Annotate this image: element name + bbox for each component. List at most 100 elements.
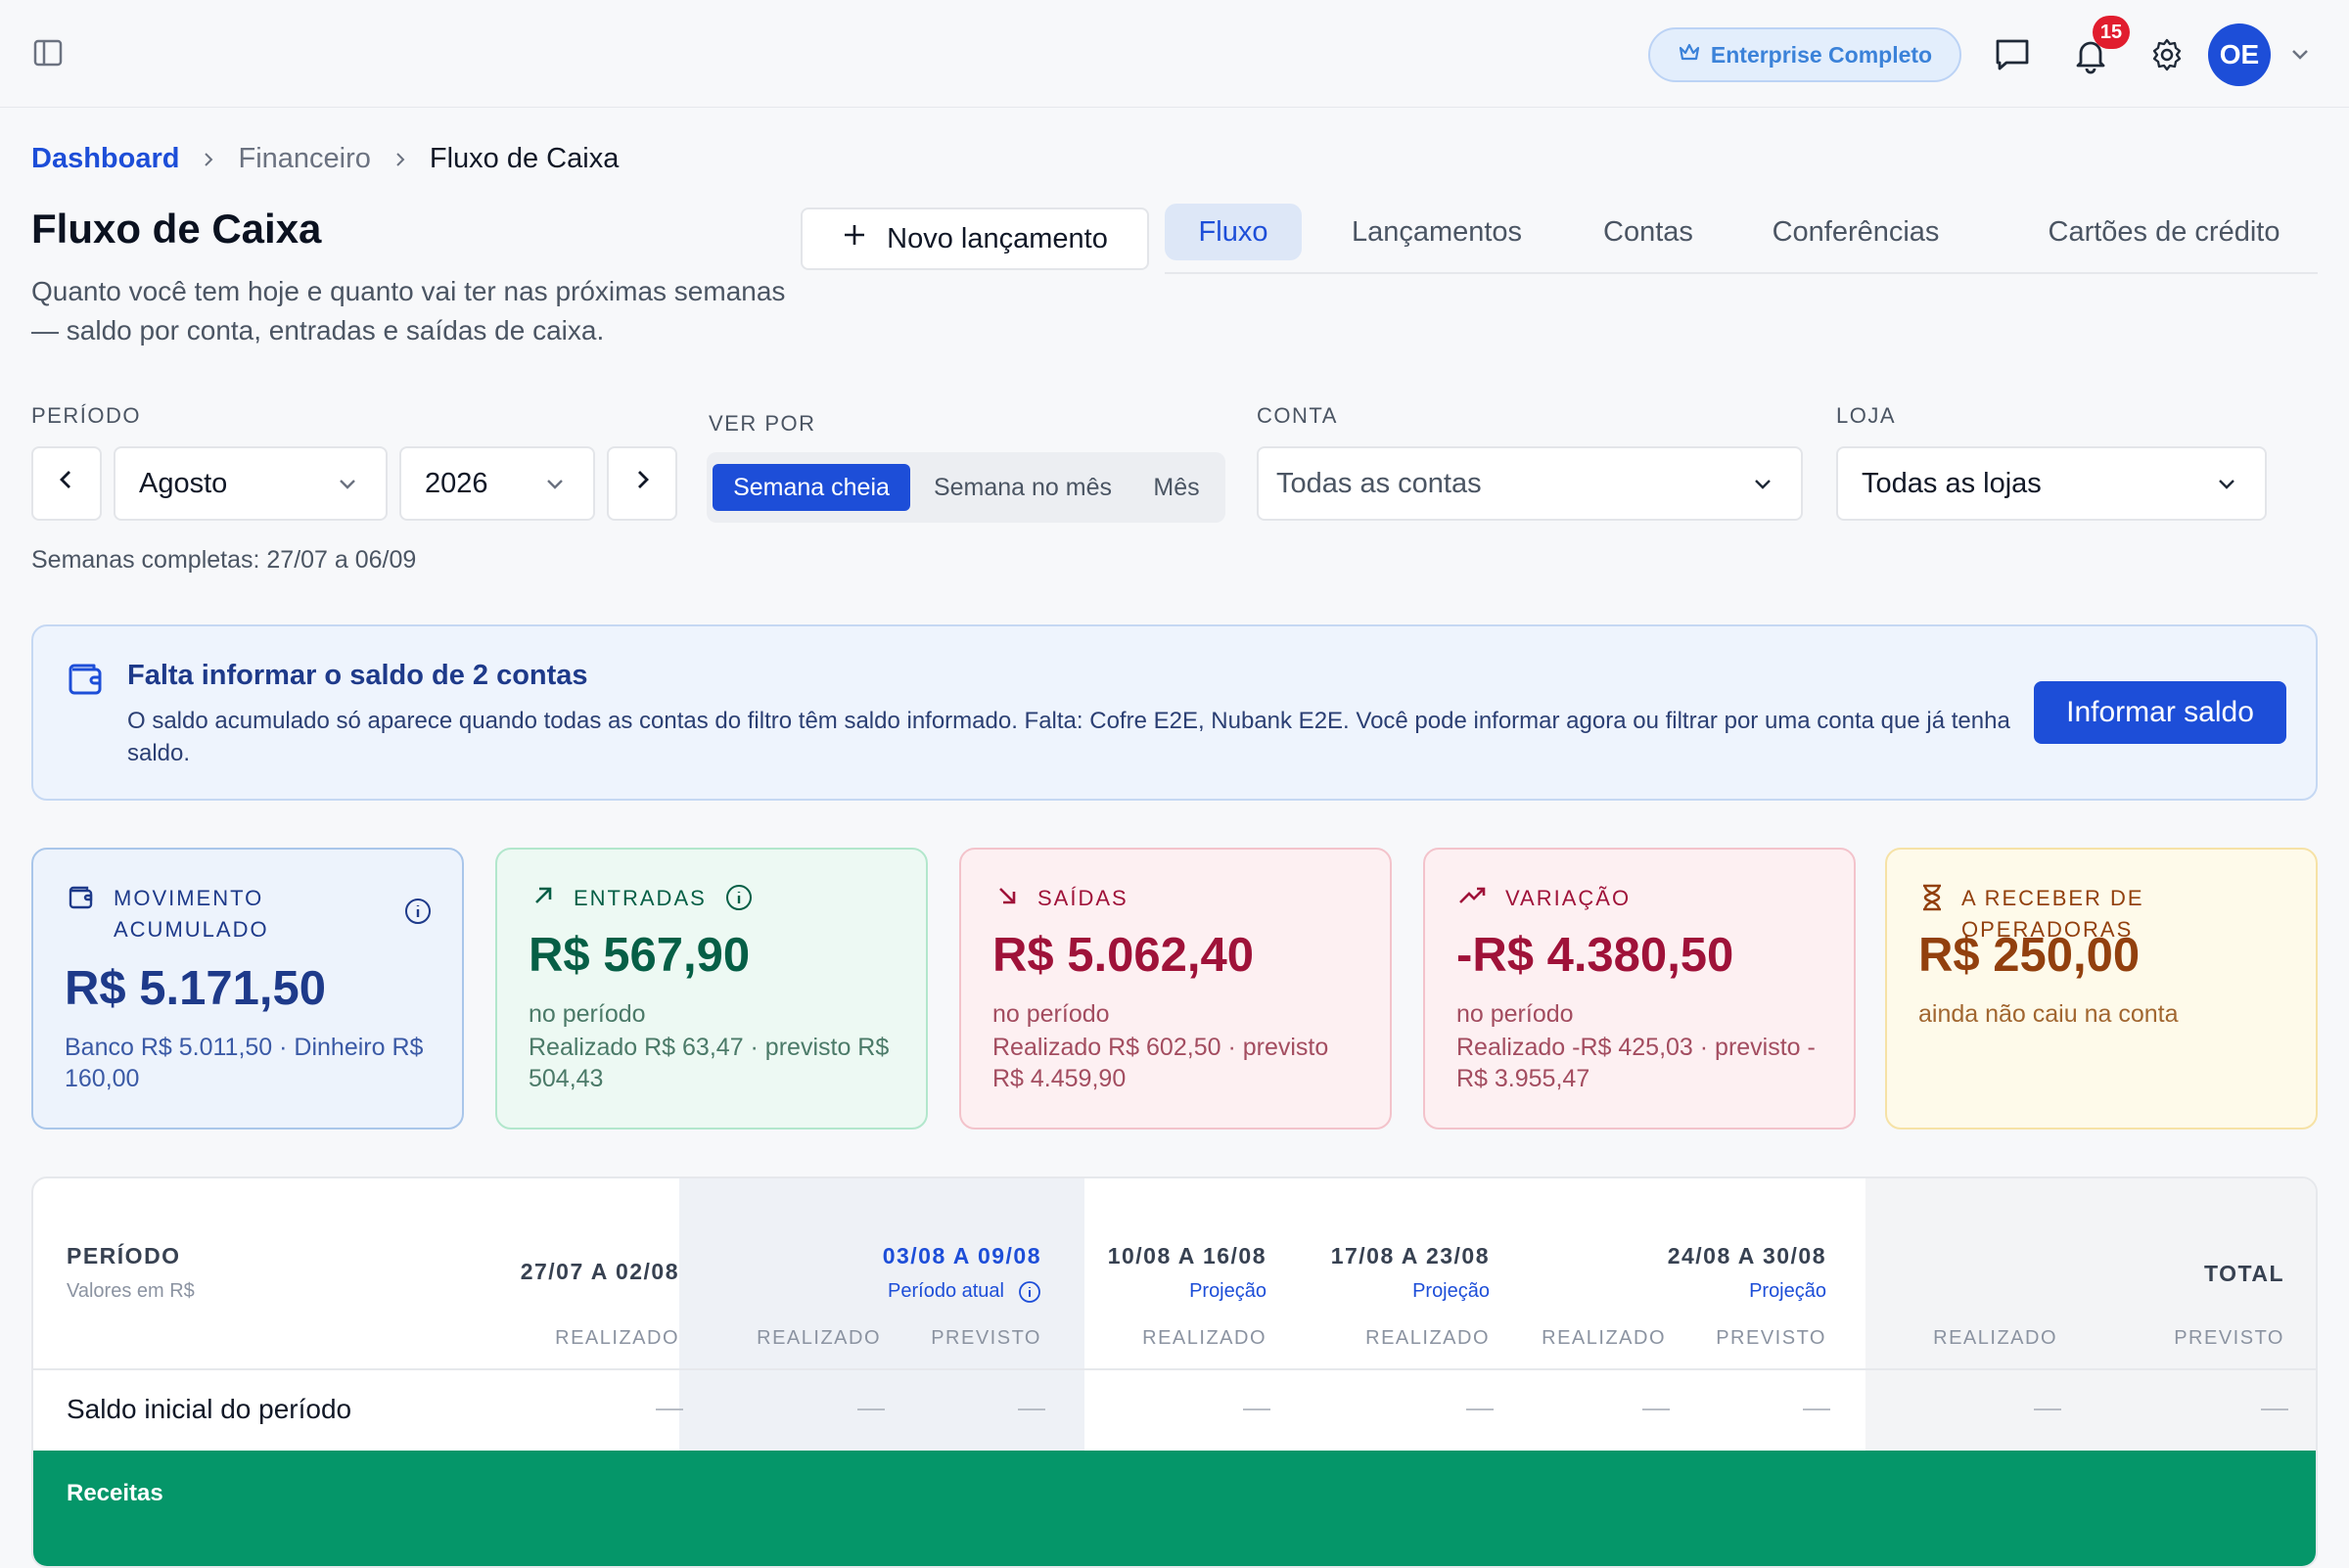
- account-label: CONTA: [1257, 403, 1338, 428]
- month-select[interactable]: Agosto: [114, 446, 388, 521]
- alert-text: O saldo acumulado só aparece quando toda…: [127, 708, 2010, 766]
- col-realizado: REALIZADO: [1933, 1327, 2057, 1349]
- page-subtitle: Quanto você tem hoje e quanto vai ter na…: [31, 276, 786, 346]
- account-value: Todas as contas: [1276, 467, 1482, 499]
- messages-icon[interactable]: [1989, 31, 2036, 78]
- breadcrumb-dashboard[interactable]: Dashboard: [31, 143, 179, 175]
- arrow-down-right-icon: [994, 883, 1020, 917]
- kpi-label: MOVIMENTO ACUMULADO: [114, 886, 269, 942]
- cell-value: —: [1642, 1392, 1670, 1422]
- tab-lancamentos[interactable]: Lançamentos: [1329, 204, 1544, 260]
- kpi-label: VARIAÇÃO: [1505, 886, 1632, 910]
- info-icon[interactable]: [724, 883, 754, 921]
- inform-balance-button[interactable]: Informar saldo: [2034, 681, 2286, 744]
- weeks-note: Semanas completas: 27/07 a 06/09: [31, 546, 417, 574]
- view-segmented-control: Semana cheia Semana no mês Mês: [707, 452, 1225, 523]
- chevron-right-icon: [371, 150, 430, 169]
- cell-value: —: [656, 1392, 683, 1422]
- kpi-head: VARIAÇÃO: [1458, 883, 1631, 917]
- arrow-up-right-icon: [530, 883, 556, 921]
- kpi-value: R$ 250,00: [1918, 929, 2141, 982]
- gear-icon[interactable]: [2143, 31, 2190, 78]
- kpi-note-detail: Realizado R$ 602,50 · previsto R$ 4.459,…: [992, 1034, 1329, 1092]
- year-select[interactable]: 2026: [399, 446, 595, 521]
- wallet-icon: [67, 883, 96, 945]
- col-week-2: 03/08 A 09/08: [882, 1243, 1041, 1268]
- top-bar: Enterprise Completo 15 OE: [0, 0, 2349, 108]
- chevron-down-icon: [333, 469, 362, 498]
- cell-value: —: [857, 1392, 885, 1422]
- cell-value: —: [1018, 1392, 1045, 1422]
- cell-value: —: [1803, 1392, 1830, 1422]
- chevron-down-icon: [2212, 469, 2241, 498]
- kpi-note: no período: [992, 1000, 1110, 1028]
- trending-up-icon: [1458, 883, 1488, 917]
- tab-conferencias[interactable]: Conferências: [1758, 204, 1954, 260]
- col-total: TOTAL: [2203, 1261, 2284, 1286]
- kpi-note: no período: [529, 1000, 646, 1028]
- section-label: Receitas: [67, 1480, 163, 1506]
- view-option-mes[interactable]: Mês: [1137, 464, 1216, 511]
- store-select[interactable]: Todas as lojas: [1836, 446, 2267, 521]
- chevron-right-icon: [179, 150, 238, 169]
- breadcrumb-financeiro[interactable]: Financeiro: [238, 143, 370, 175]
- kpi-card-saidas: SAÍDAS R$ 5.062,40 no período Realizado …: [959, 848, 1392, 1130]
- kpi-note: no período: [1456, 1000, 1574, 1028]
- view-option-semana-no-mes[interactable]: Semana no mês: [920, 464, 1126, 511]
- alert-title: Falta informar o saldo de 2 contas: [127, 660, 588, 691]
- new-entry-button[interactable]: Novo lançamento: [801, 208, 1149, 270]
- year-value: 2026: [425, 467, 488, 499]
- next-period-button[interactable]: [607, 446, 677, 521]
- col-realizado: REALIZADO: [757, 1327, 881, 1349]
- kpi-card-variacao: VARIAÇÃO -R$ 4.380,50 no período Realiza…: [1423, 848, 1856, 1130]
- chevron-down-icon: [1748, 469, 1777, 498]
- kpi-label: ENTRADAS: [574, 886, 707, 910]
- breadcrumb: Dashboard Financeiro Fluxo de Caixa: [31, 143, 619, 175]
- crown-icon: [1678, 41, 1701, 69]
- sidebar-toggle-icon[interactable]: [31, 37, 67, 69]
- cashflow-table: PERÍODO Valores em R$ 27/07 A 02/08 03/0…: [31, 1176, 2318, 1568]
- kpi-card-a-receber: A RECEBER DE OPERADORAS R$ 250,00 ainda …: [1885, 848, 2318, 1130]
- kpi-note-detail: Realizado R$ 63,47 · previsto R$ 504,43: [529, 1034, 890, 1092]
- chevron-down-icon[interactable]: [2286, 41, 2314, 69]
- wallet-icon: [67, 660, 106, 699]
- plan-badge[interactable]: Enterprise Completo: [1648, 27, 1961, 82]
- kpi-value: -R$ 4.380,50: [1456, 929, 1734, 982]
- kpi-head: MOVIMENTO ACUMULADO: [67, 883, 290, 945]
- kpi-card-entradas: ENTRADAS R$ 567,90 no período Realizado …: [495, 848, 928, 1130]
- chevron-down-icon: [540, 469, 570, 498]
- kpi-note: ainda não caiu na conta: [1918, 1000, 2179, 1028]
- col-week-1: 27/07 A 02/08: [520, 1259, 679, 1284]
- section-receitas[interactable]: Receitas: [33, 1451, 2316, 1566]
- month-value: Agosto: [139, 467, 228, 499]
- col-realizado: REALIZADO: [555, 1327, 679, 1349]
- col-realizado: REALIZADO: [1142, 1327, 1267, 1349]
- chevron-left-icon: [54, 467, 79, 500]
- projection-label: Projeção: [1749, 1280, 1826, 1302]
- period-header: PERÍODO: [67, 1243, 181, 1268]
- tab-cartoes[interactable]: Cartões de crédito: [2012, 204, 2316, 260]
- projection-label: Projeção: [1189, 1280, 1267, 1302]
- info-icon[interactable]: [1018, 1280, 1041, 1304]
- plus-icon: [842, 222, 867, 255]
- kpi-card-movimento: MOVIMENTO ACUMULADO R$ 5.171,50 Banco R$…: [31, 848, 464, 1130]
- kpi-head: SAÍDAS: [994, 883, 1128, 917]
- prev-period-button[interactable]: [31, 446, 102, 521]
- col-realizado: REALIZADO: [1365, 1327, 1490, 1349]
- chevron-right-icon: [629, 467, 655, 500]
- period-header-sub: Valores em R$: [67, 1280, 195, 1302]
- col-week-3: 10/08 A 16/08: [1107, 1243, 1267, 1268]
- avatar[interactable]: OE: [2208, 23, 2271, 86]
- col-week-5: 24/08 A 30/08: [1667, 1243, 1826, 1268]
- view-option-semana-cheia[interactable]: Semana cheia: [713, 464, 910, 511]
- new-entry-label: Novo lançamento: [887, 222, 1108, 254]
- tab-fluxo[interactable]: Fluxo: [1165, 204, 1302, 260]
- table-row: Saldo inicial do período — — — — — — — —…: [33, 1370, 2316, 1451]
- kpi-label: SAÍDAS: [1037, 886, 1128, 910]
- period-label: PERÍODO: [31, 403, 141, 428]
- account-select[interactable]: Todas as contas: [1257, 446, 1803, 521]
- tab-contas[interactable]: Contas: [1584, 204, 1713, 260]
- info-icon[interactable]: [403, 897, 433, 926]
- kpi-note-detail: Realizado -R$ 425,03 · previsto -R$ 3.95…: [1456, 1034, 1816, 1092]
- cell-value: —: [2034, 1392, 2061, 1422]
